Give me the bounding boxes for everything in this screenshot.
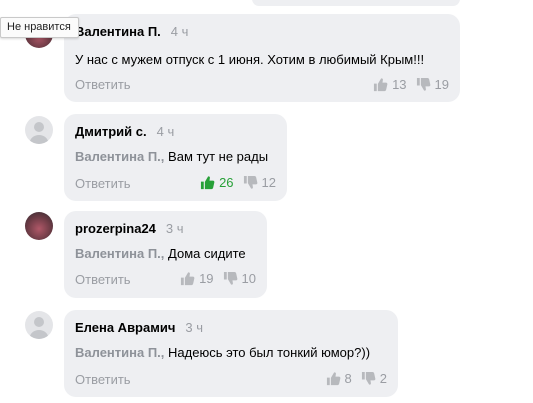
comment-card: Валентина П. 4 ч У нас с мужем отпуск с 1… — [64, 14, 460, 102]
thumbs-down-icon — [243, 176, 257, 189]
vote-controls: 19 10 — [180, 270, 256, 286]
comment-text: У нас с мужем отпуск с 1 июня. Хотим в л… — [75, 52, 424, 67]
like-count: 8 — [344, 371, 352, 387]
avatar[interactable] — [25, 116, 53, 144]
comment-card: Дмитрий с. 4 ч Валентина П., Вам тут не р… — [64, 114, 287, 201]
thumbs-down-icon — [416, 78, 430, 91]
dislike-tooltip: Не нравится — [0, 17, 79, 38]
like-count: 13 — [392, 77, 407, 93]
like-button[interactable]: 26 — [200, 175, 234, 191]
author-name[interactable]: Валентина П. — [75, 24, 161, 39]
reply-button[interactable]: Ответить — [75, 272, 131, 287]
like-count: 26 — [219, 175, 234, 191]
dislike-count: 12 — [261, 175, 276, 191]
author-name[interactable]: Елена Аврамич — [75, 320, 175, 335]
thumbs-down-icon — [361, 372, 376, 385]
comment-body: Надеюсь это был тонкий юмор?)) — [168, 345, 371, 360]
comment-body: У нас с мужем отпуск с 1 июня. Хотим в л… — [75, 52, 425, 67]
user-silhouette-icon — [29, 122, 49, 144]
like-button[interactable]: 19 — [180, 271, 214, 287]
thumbs-up-icon — [374, 78, 388, 92]
author-name[interactable]: prozerpina24 — [75, 221, 156, 236]
comment-header: prozerpina24 3 ч — [75, 220, 184, 238]
dislike-button[interactable]: 12 — [243, 175, 276, 190]
comment-body: Дома сидите — [168, 246, 246, 261]
like-count: 19 — [199, 271, 214, 287]
comment-time: 4 ч — [170, 24, 189, 39]
author-name[interactable]: Дмитрий с. — [75, 124, 147, 139]
comment-card: prozerpina24 3 ч Валентина П., Дома сидит… — [64, 211, 267, 298]
vote-controls: 13 19 — [373, 76, 449, 92]
reply-to-mention[interactable]: Валентина П., — [75, 246, 164, 261]
reply-to-mention[interactable]: Валентина П., — [75, 345, 164, 360]
like-button[interactable]: 8 — [326, 371, 352, 386]
comment-text: Валентина П., Дома сидите — [75, 246, 246, 261]
like-button[interactable]: 13 — [373, 77, 407, 93]
avatar[interactable] — [25, 311, 53, 339]
comment-body: Вам тут не рады — [168, 149, 269, 164]
thumbs-up-icon — [181, 272, 195, 286]
dislike-button[interactable]: 19 — [416, 77, 449, 92]
user-silhouette-icon — [29, 317, 49, 339]
comment-text: Валентина П., Надеюсь это был тонкий юмо… — [75, 345, 370, 360]
dislike-button[interactable]: 10 — [223, 271, 256, 286]
comment-time: 3 ч — [165, 221, 184, 236]
reply-button[interactable]: Ответить — [75, 77, 131, 92]
comment-text: Валентина П., Вам тут не рады — [75, 149, 268, 164]
reply-to-mention[interactable]: Валентина П., — [75, 149, 164, 164]
dislike-count: 10 — [241, 271, 256, 287]
thumbs-up-icon — [326, 372, 340, 386]
vote-controls: 26 12 — [200, 174, 276, 190]
dislike-count: 2 — [379, 371, 387, 387]
comment-time: 4 ч — [156, 124, 175, 139]
previous-comment-card-edge — [252, 0, 460, 6]
comment-header: Валентина П. 4 ч — [75, 23, 188, 41]
avatar[interactable] — [25, 212, 53, 240]
reply-button[interactable]: Ответить — [75, 372, 131, 387]
thumbs-down-icon — [223, 272, 237, 285]
comment-header: Дмитрий с. 4 ч — [75, 123, 174, 141]
comment-header: Елена Аврамич 3 ч — [75, 319, 203, 337]
dislike-count: 19 — [434, 77, 449, 93]
comment-card: Елена Аврамич 3 ч Валентина П., Надеюсь э… — [64, 310, 398, 397]
comment-time: 3 ч — [185, 320, 204, 335]
vote-controls: 82 — [326, 370, 387, 386]
reply-button[interactable]: Ответить — [75, 176, 131, 191]
thumbs-up-icon — [201, 176, 215, 190]
dislike-button[interactable]: 2 — [361, 371, 387, 386]
